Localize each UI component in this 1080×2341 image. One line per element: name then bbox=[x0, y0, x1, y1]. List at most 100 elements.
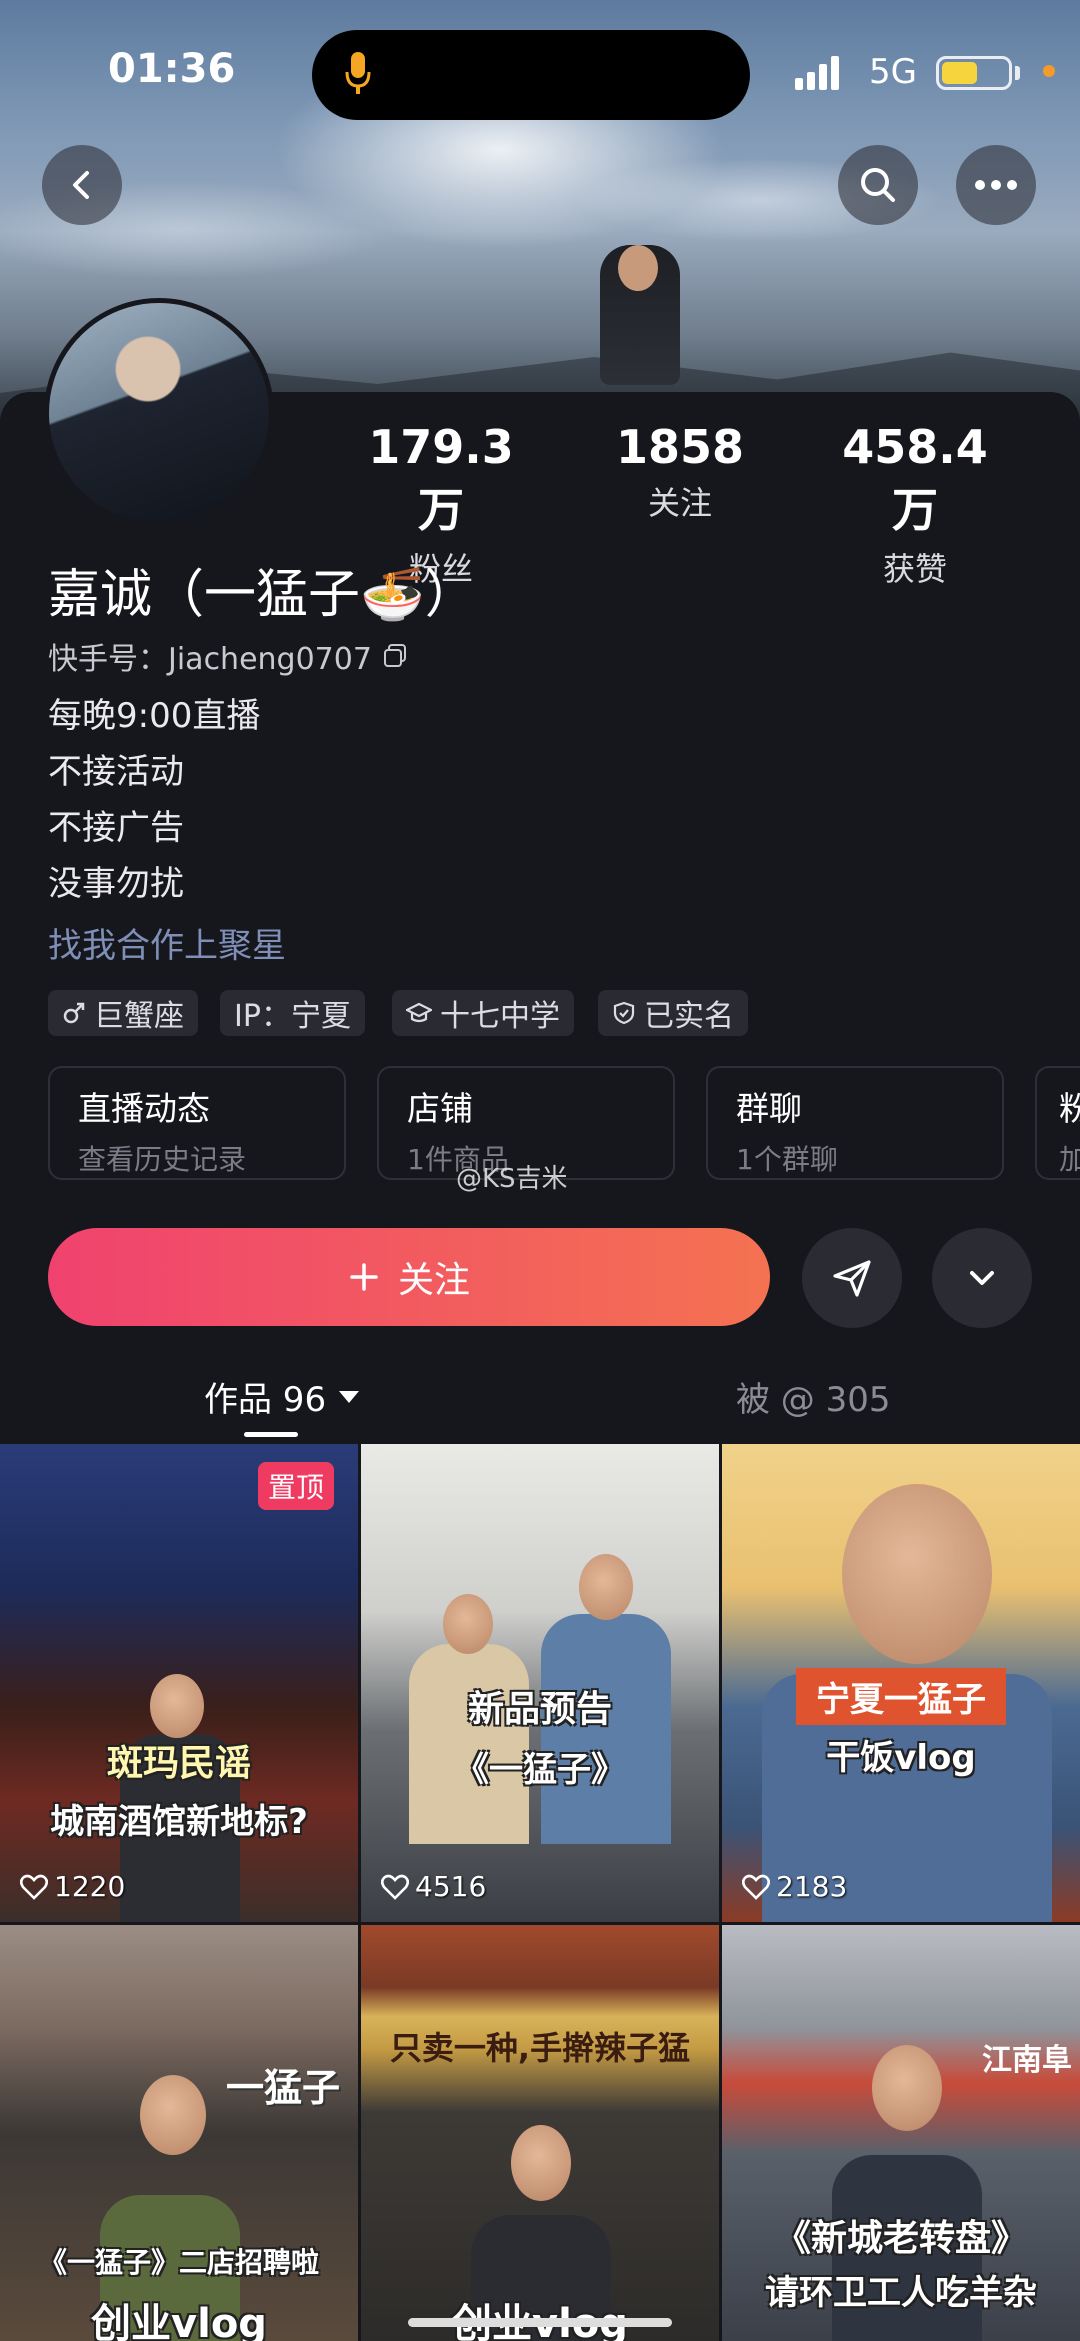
video-tile[interactable]: 一猛子 《一猛子》二店招聘啦 创业vlog bbox=[0, 1925, 358, 2341]
more-horizontal-icon bbox=[975, 180, 1017, 190]
expand-button[interactable] bbox=[932, 1228, 1032, 1328]
privacy-indicator-dot bbox=[1043, 65, 1055, 77]
card-title: 店铺 bbox=[407, 1089, 473, 1128]
like-count: 4516 bbox=[381, 1870, 486, 1903]
graduation-cap-icon bbox=[406, 1002, 432, 1023]
video-tile[interactable]: 新品预告 《一猛子》 4516 bbox=[361, 1444, 719, 1922]
card-group-chat[interactable]: 群聊 1个群聊 bbox=[706, 1066, 1004, 1180]
tag-verified-label: 已实名 bbox=[644, 999, 734, 1034]
video-person-face bbox=[140, 2075, 206, 2155]
card-live-history[interactable]: 直播动态 查看历史记录 bbox=[48, 1066, 346, 1180]
video-tile[interactable]: 宁夏一猛子 干饭vlog 2183 bbox=[722, 1444, 1080, 1922]
like-count-value: 2183 bbox=[776, 1870, 848, 1903]
video-title-line1: 宁夏一猛子 bbox=[796, 1668, 1006, 1725]
video-tile[interactable]: 置顶 斑玛民谣 城南酒馆新地标? 1220 bbox=[0, 1444, 358, 1922]
battery-cap bbox=[1015, 66, 1020, 80]
video-tile[interactable]: 江南阜 《新城老转盘》 请环卫工人吃羊杂 bbox=[722, 1925, 1080, 2341]
follow-button[interactable]: 关注 bbox=[48, 1228, 770, 1326]
more-button[interactable] bbox=[956, 145, 1036, 225]
video-title-line1: 斑玛民谣 bbox=[106, 1743, 251, 1784]
message-button[interactable] bbox=[802, 1228, 902, 1328]
stat-likes-value: 458.4万 bbox=[842, 420, 988, 537]
like-count: 2183 bbox=[742, 1870, 847, 1903]
chevron-left-icon bbox=[73, 171, 89, 199]
weibo-watermark: @KS吉米 bbox=[456, 1164, 568, 1194]
profile-name: 嘉诚（一猛子🍜） bbox=[48, 565, 477, 625]
shop-sign: 一猛子 bbox=[226, 2066, 341, 2110]
tab-works[interactable]: 作品 96 bbox=[204, 1372, 360, 1421]
follow-button-label: 关注 bbox=[397, 1260, 470, 1301]
heart-icon bbox=[20, 1874, 48, 1900]
video-title-line2: 《一猛子》 bbox=[455, 1750, 625, 1790]
collaboration-link[interactable]: 找我合作上聚星 bbox=[48, 918, 286, 967]
video-title-line1: 《一猛子》二店招聘啦 bbox=[38, 2246, 319, 2279]
like-count-value: 4516 bbox=[415, 1870, 487, 1903]
search-icon bbox=[861, 168, 895, 202]
video-title-line2: 干饭vlog bbox=[826, 1738, 976, 1778]
cover-person-head bbox=[618, 245, 658, 291]
stat-fans-value: 179.3万 bbox=[368, 420, 514, 537]
bio-line: 没事勿扰 bbox=[48, 864, 184, 904]
kuaishou-id: 快手号：Jiacheng0707 bbox=[48, 642, 372, 677]
heart-icon bbox=[742, 1874, 770, 1900]
card-subtitle: 查看历史记录 bbox=[78, 1143, 247, 1176]
card-title: 粉 bbox=[1059, 1082, 1080, 1130]
video-person-face bbox=[150, 1674, 204, 1738]
card-subtitle: 加 bbox=[1059, 1138, 1080, 1178]
tag-school[interactable]: 十七中学 bbox=[392, 990, 574, 1036]
video-person-face bbox=[579, 1554, 633, 1620]
video-person-face bbox=[842, 1484, 992, 1664]
video-title-line2: 请环卫工人吃羊杂 bbox=[765, 2273, 1037, 2313]
stat-following-label: 关注 bbox=[647, 484, 712, 522]
plus-icon bbox=[350, 1263, 378, 1291]
card-fans-group[interactable]: 粉 加 bbox=[1035, 1066, 1080, 1180]
pinned-badge: 置顶 bbox=[258, 1462, 335, 1510]
kuaishou-id-row: 快手号：Jiacheng0707 bbox=[48, 634, 408, 678]
like-count-value: 1220 bbox=[54, 1870, 126, 1903]
tab-active-indicator bbox=[244, 1432, 298, 1437]
video-title-line2: 城南酒馆新地标? bbox=[50, 1802, 308, 1842]
stat-following-value: 1858 bbox=[615, 420, 745, 474]
status-time: 01:36 bbox=[108, 46, 236, 92]
bio-line: 每晚9:00直播 bbox=[48, 696, 261, 736]
like-count: 1220 bbox=[20, 1870, 125, 1903]
stat-likes[interactable]: 458.4万 获赞 bbox=[820, 420, 1010, 590]
video-person-face bbox=[511, 2125, 571, 2201]
chevron-down-icon bbox=[970, 1271, 994, 1285]
video-title-line1: 新品预告 bbox=[467, 1689, 612, 1730]
video-tile[interactable]: 只卖一种,手擀辣子猛 创业vlog bbox=[361, 1925, 719, 2341]
dynamic-island bbox=[312, 30, 750, 120]
caret-down-icon bbox=[339, 1390, 360, 1403]
video-person-face bbox=[872, 2045, 942, 2131]
tag-zodiac[interactable]: 巨蟹座 bbox=[48, 990, 198, 1036]
card-subtitle: 1个群聊 bbox=[736, 1143, 838, 1176]
home-indicator bbox=[408, 2318, 672, 2327]
tag-verified[interactable]: 已实名 bbox=[598, 990, 748, 1036]
card-title: 群聊 bbox=[736, 1089, 802, 1128]
signal-icon bbox=[795, 56, 839, 90]
video-title-line2: 创业vlog bbox=[91, 2301, 267, 2341]
back-button[interactable] bbox=[42, 145, 122, 225]
tab-works-label: 作品 96 bbox=[204, 1380, 327, 1420]
network-type: 5G bbox=[869, 52, 917, 92]
send-icon bbox=[833, 1260, 871, 1297]
shield-check-icon bbox=[613, 1001, 635, 1025]
shop-sign: 只卖一种,手擀辣子猛 bbox=[389, 2029, 691, 2067]
card-title: 直播动态 bbox=[78, 1089, 210, 1128]
stat-following[interactable]: 1858 关注 bbox=[600, 420, 760, 524]
male-icon bbox=[63, 1002, 85, 1024]
tab-mentions-label: 被 @ 305 bbox=[736, 1380, 891, 1420]
bio-line: 不接活动 bbox=[48, 752, 184, 792]
video-person-face bbox=[443, 1594, 493, 1654]
avatar[interactable] bbox=[44, 298, 274, 528]
copy-icon[interactable] bbox=[382, 643, 408, 669]
video-title-line2: 创业vlog bbox=[361, 2291, 719, 2341]
tag-ip-label: IP：宁夏 bbox=[234, 999, 351, 1034]
tag-zodiac-label: 巨蟹座 bbox=[94, 999, 184, 1034]
video-title-line1: 《新城老转盘》 bbox=[774, 2218, 1027, 2259]
search-button[interactable] bbox=[838, 145, 918, 225]
bio-line: 不接广告 bbox=[48, 808, 184, 848]
microphone-icon bbox=[345, 52, 371, 94]
heart-icon bbox=[381, 1874, 409, 1900]
tab-mentions[interactable]: 被 @ 305 bbox=[736, 1372, 891, 1421]
